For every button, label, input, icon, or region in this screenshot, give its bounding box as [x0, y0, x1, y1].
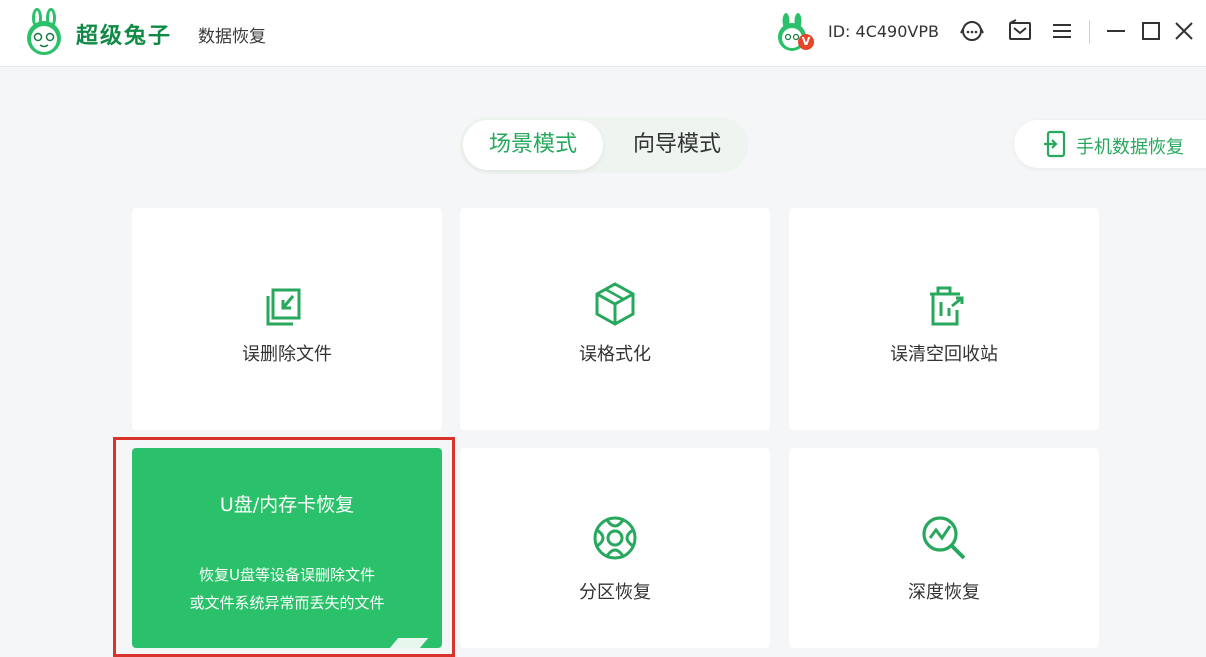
card-label: 分区恢复: [579, 582, 651, 603]
feedback-icon[interactable]: [1006, 17, 1034, 45]
card-label: 误清空回收站: [890, 344, 998, 365]
maximize-icon[interactable]: [1137, 17, 1165, 45]
brand-name: 超级兔子: [76, 24, 173, 49]
card-label: 误删除文件: [242, 344, 332, 365]
card-label: 深度恢复: [908, 582, 980, 603]
card-formatted[interactable]: 误格式化: [460, 208, 770, 430]
card-recycle-bin[interactable]: 误清空回收站: [789, 208, 1099, 430]
selection-highlight: [113, 437, 455, 657]
tab-wizard-mode[interactable]: 向导模式: [610, 120, 744, 170]
vip-badge: V: [798, 34, 814, 50]
phone-recovery-label: 手机数据恢复: [1076, 137, 1184, 158]
card-label: 误格式化: [579, 344, 651, 365]
title-bar: 超级兔子 数据恢复 V ID: 4C490VPB: [0, 0, 1206, 67]
phone-transfer-icon: [1044, 130, 1066, 158]
recycle-bin-icon: [930, 286, 964, 326]
customer-service-icon[interactable]: [958, 17, 986, 45]
file-restore-icon: [266, 288, 301, 326]
card-deleted-files[interactable]: 误删除文件: [132, 208, 442, 430]
close-icon[interactable]: [1170, 17, 1198, 45]
menu-icon[interactable]: [1048, 17, 1076, 45]
user-id: ID: 4C490VPB: [828, 22, 939, 41]
card-deep-recovery[interactable]: 深度恢复: [789, 448, 1099, 648]
rabbit-logo-icon: [27, 8, 61, 55]
phone-recovery-button[interactable]: 手机数据恢复: [1014, 120, 1206, 168]
card-partition-recovery[interactable]: 分区恢复: [460, 448, 770, 648]
box-icon: [595, 282, 635, 326]
minimize-icon[interactable]: [1102, 17, 1130, 45]
tab-scenario-mode[interactable]: 场景模式: [463, 120, 603, 170]
partition-icon: [593, 516, 637, 560]
divider: [1089, 20, 1090, 44]
mode-switch: 场景模式 向导模式: [460, 117, 748, 173]
product-name: 数据恢复: [198, 27, 266, 47]
deep-scan-icon: [922, 516, 966, 560]
